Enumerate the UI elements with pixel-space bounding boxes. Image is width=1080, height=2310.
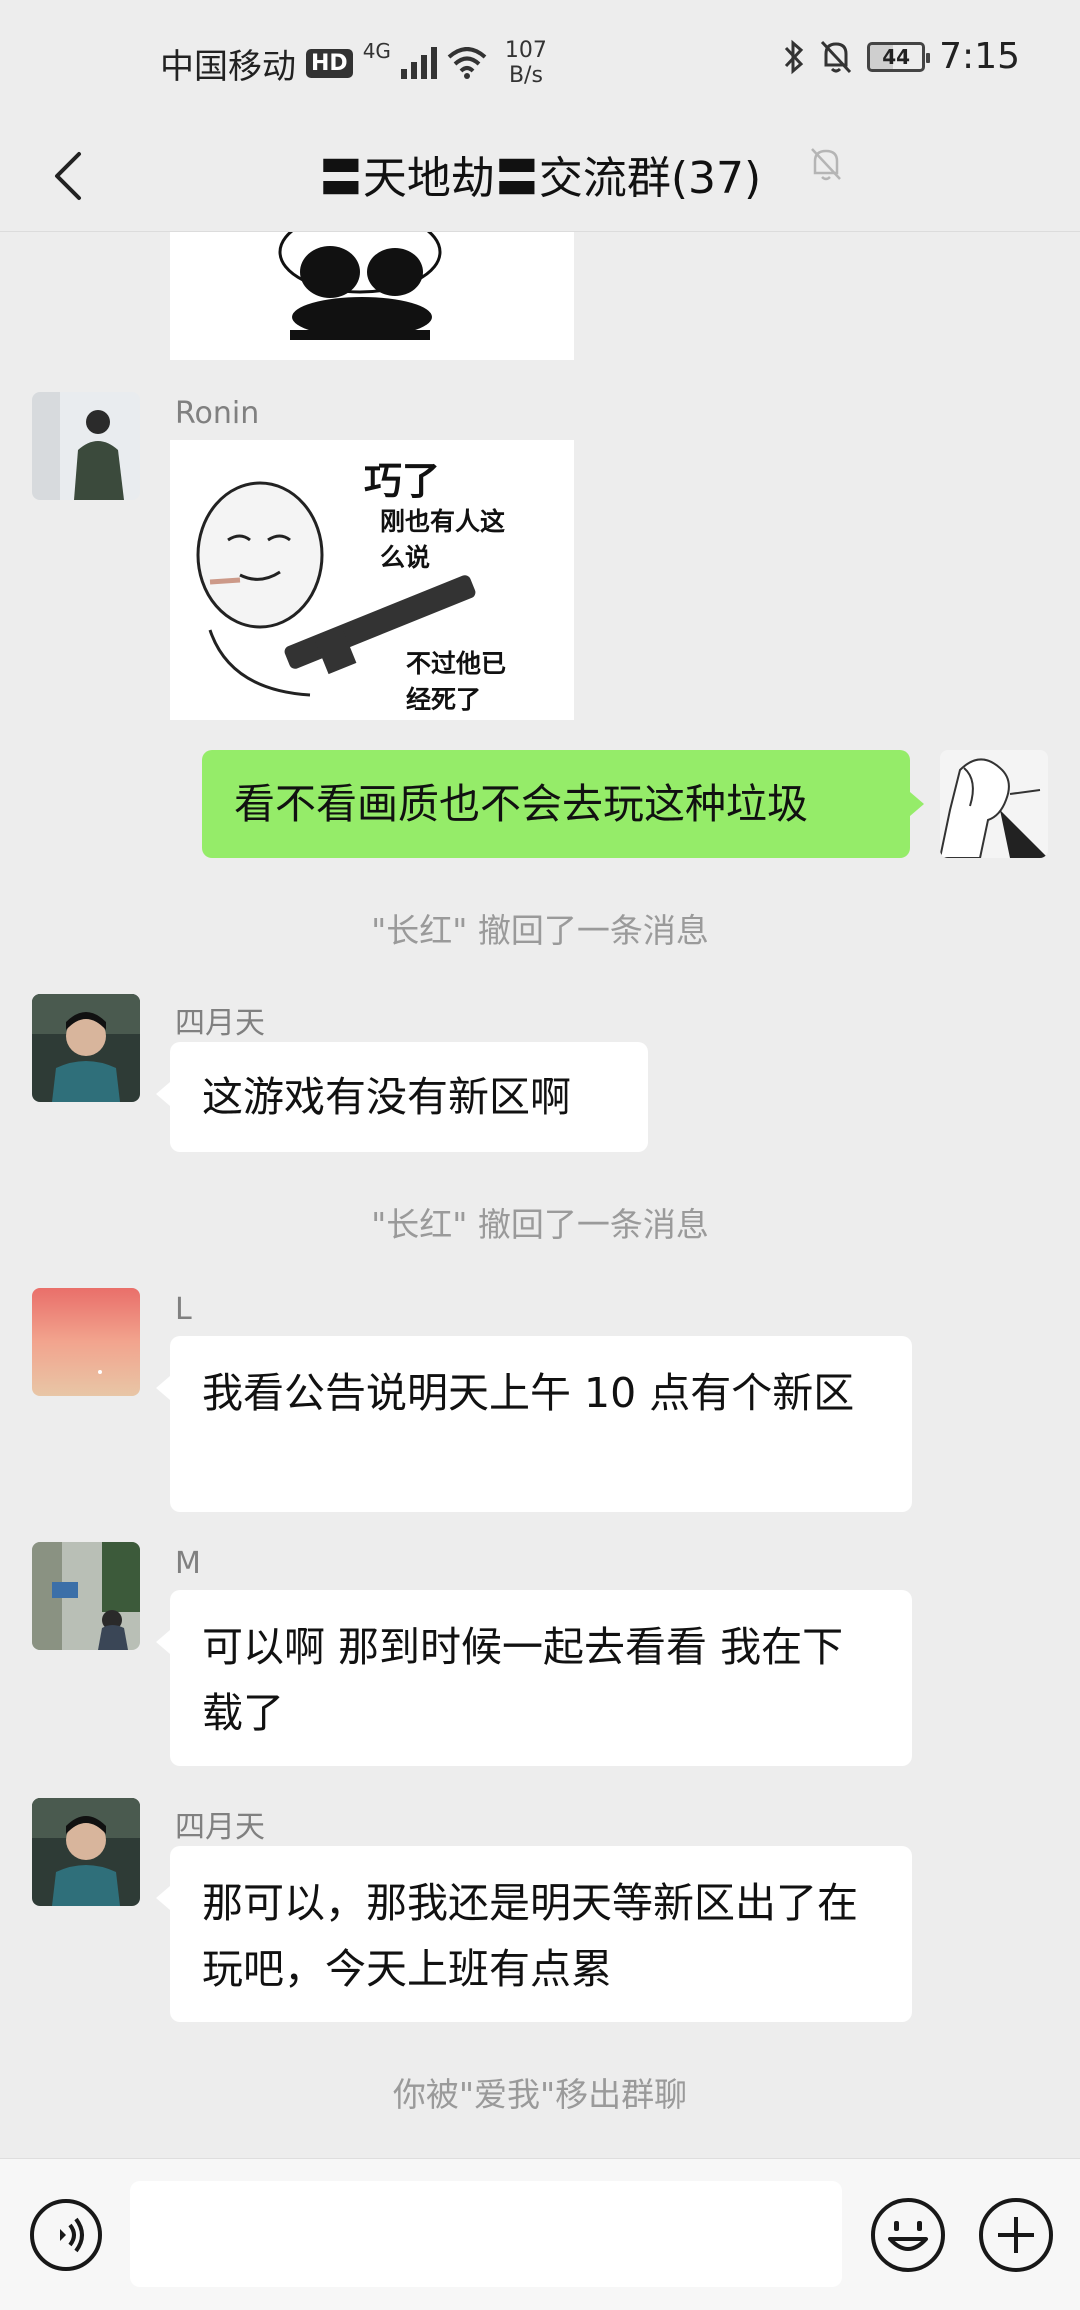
sender-name: 四月天 <box>175 1006 265 1041</box>
chat-header: 〓天地劫〓交流群(37) <box>0 120 1080 232</box>
sticker-caption-2: 么说 <box>380 543 431 572</box>
network-speed: 107 B/s <box>505 38 547 88</box>
bell-muted-icon <box>821 40 852 73</box>
sticker-caption-3: 不过他已 <box>406 649 507 678</box>
avatar-me-image <box>940 750 1048 858</box>
avatar-m-image <box>32 1542 140 1650</box>
sticker-message[interactable]: 巧了 刚也有人这 么说 不过他已 经死了 <box>170 440 574 720</box>
message-text: 看不看画质也不会去玩这种垃圾 <box>234 780 808 828</box>
sticker-caption-big: 巧了 <box>364 459 441 503</box>
avatar-me[interactable] <box>940 750 1048 858</box>
carrier-name: 中国移动 <box>160 46 296 87</box>
avatar-siyuetian-image <box>32 1798 140 1906</box>
clock: 7:15 <box>939 36 1020 77</box>
avatar-siyuetian[interactable] <box>32 994 140 1102</box>
avatar-m[interactable] <box>32 1542 140 1650</box>
voice-input-button[interactable] <box>28 2197 104 2273</box>
system-notice: 你被"爱我"移出群聊 <box>392 2075 688 2114</box>
message-bubble[interactable]: 可以啊 那到时候一起去看看 我在下载了 <box>156 1590 912 1766</box>
message-bubble[interactable]: 我看公告说明天上午 10 点有个新区 <box>156 1336 912 1512</box>
mute-notification-icon <box>811 148 841 181</box>
message-bubble[interactable]: 这游戏有没有新区啊 <box>156 1042 648 1152</box>
wifi-icon <box>447 47 487 79</box>
message-text: 可以啊 那到时候一起去看看 我在下载了 <box>202 1623 844 1737</box>
message-input[interactable] <box>130 2181 842 2287</box>
sticker-caption-4: 经死了 <box>406 685 482 714</box>
signal-icon <box>400 47 437 79</box>
message-text: 我看公告说明天上午 10 点有个新区 <box>202 1369 855 1417</box>
bluetooth-icon <box>785 39 804 74</box>
avatar-l-image <box>32 1288 140 1396</box>
message-list[interactable]: Ronin 巧了 刚也有人这 么说 不过他已 经死了 看不看画质也不会去玩这种垃… <box>0 232 1080 2158</box>
avatar-siyuetian[interactable] <box>32 1798 140 1906</box>
hd-badge: HD <box>306 48 353 78</box>
sticker-caption-1: 刚也有人这 <box>380 507 506 536</box>
speed-unit: B/s <box>508 63 543 88</box>
avatar-ronin-image <box>32 392 140 500</box>
system-notice: "长红" 撤回了一条消息 <box>371 1205 709 1244</box>
sender-name: 四月天 <box>175 1810 265 1845</box>
system-notice: "长红" 撤回了一条消息 <box>371 911 709 950</box>
sender-name: Ronin <box>175 396 260 431</box>
status-bar: 中国移动 HD 4G 107 B/s 44 7:15 <box>0 0 1080 120</box>
avatar-siyuetian-image <box>32 994 140 1102</box>
avatar-l[interactable] <box>32 1288 140 1396</box>
avatar-ronin[interactable] <box>32 392 140 500</box>
status-right: 44 7:15 <box>783 36 1020 77</box>
sender-name: M <box>175 1546 201 1581</box>
my-message-bubble[interactable]: 看不看画质也不会去玩这种垃圾 <box>202 750 924 858</box>
battery-indicator: 44 <box>867 41 931 72</box>
panda-sticker-icon <box>170 232 574 360</box>
status-left: 中国移动 HD 4G 107 B/s <box>160 38 547 88</box>
emoji-button[interactable] <box>868 2195 948 2275</box>
network-type: 4G <box>362 39 391 63</box>
input-bar <box>0 2158 1080 2310</box>
message-text: 这游戏有没有新区啊 <box>202 1073 571 1121</box>
more-options-button[interactable] <box>976 2195 1056 2275</box>
speed-value: 107 <box>504 38 547 63</box>
message-bubble[interactable]: 那可以，那我还是明天等新区出了在玩吧，今天上班有点累 <box>156 1846 912 2022</box>
group-title[interactable]: 〓天地劫〓交流群(37) <box>0 142 1080 206</box>
sender-name: L <box>175 1292 192 1327</box>
sticker-message[interactable] <box>170 232 574 360</box>
message-text: 那可以，那我还是明天等新区出了在玩吧，今天上班有点累 <box>202 1879 858 1993</box>
